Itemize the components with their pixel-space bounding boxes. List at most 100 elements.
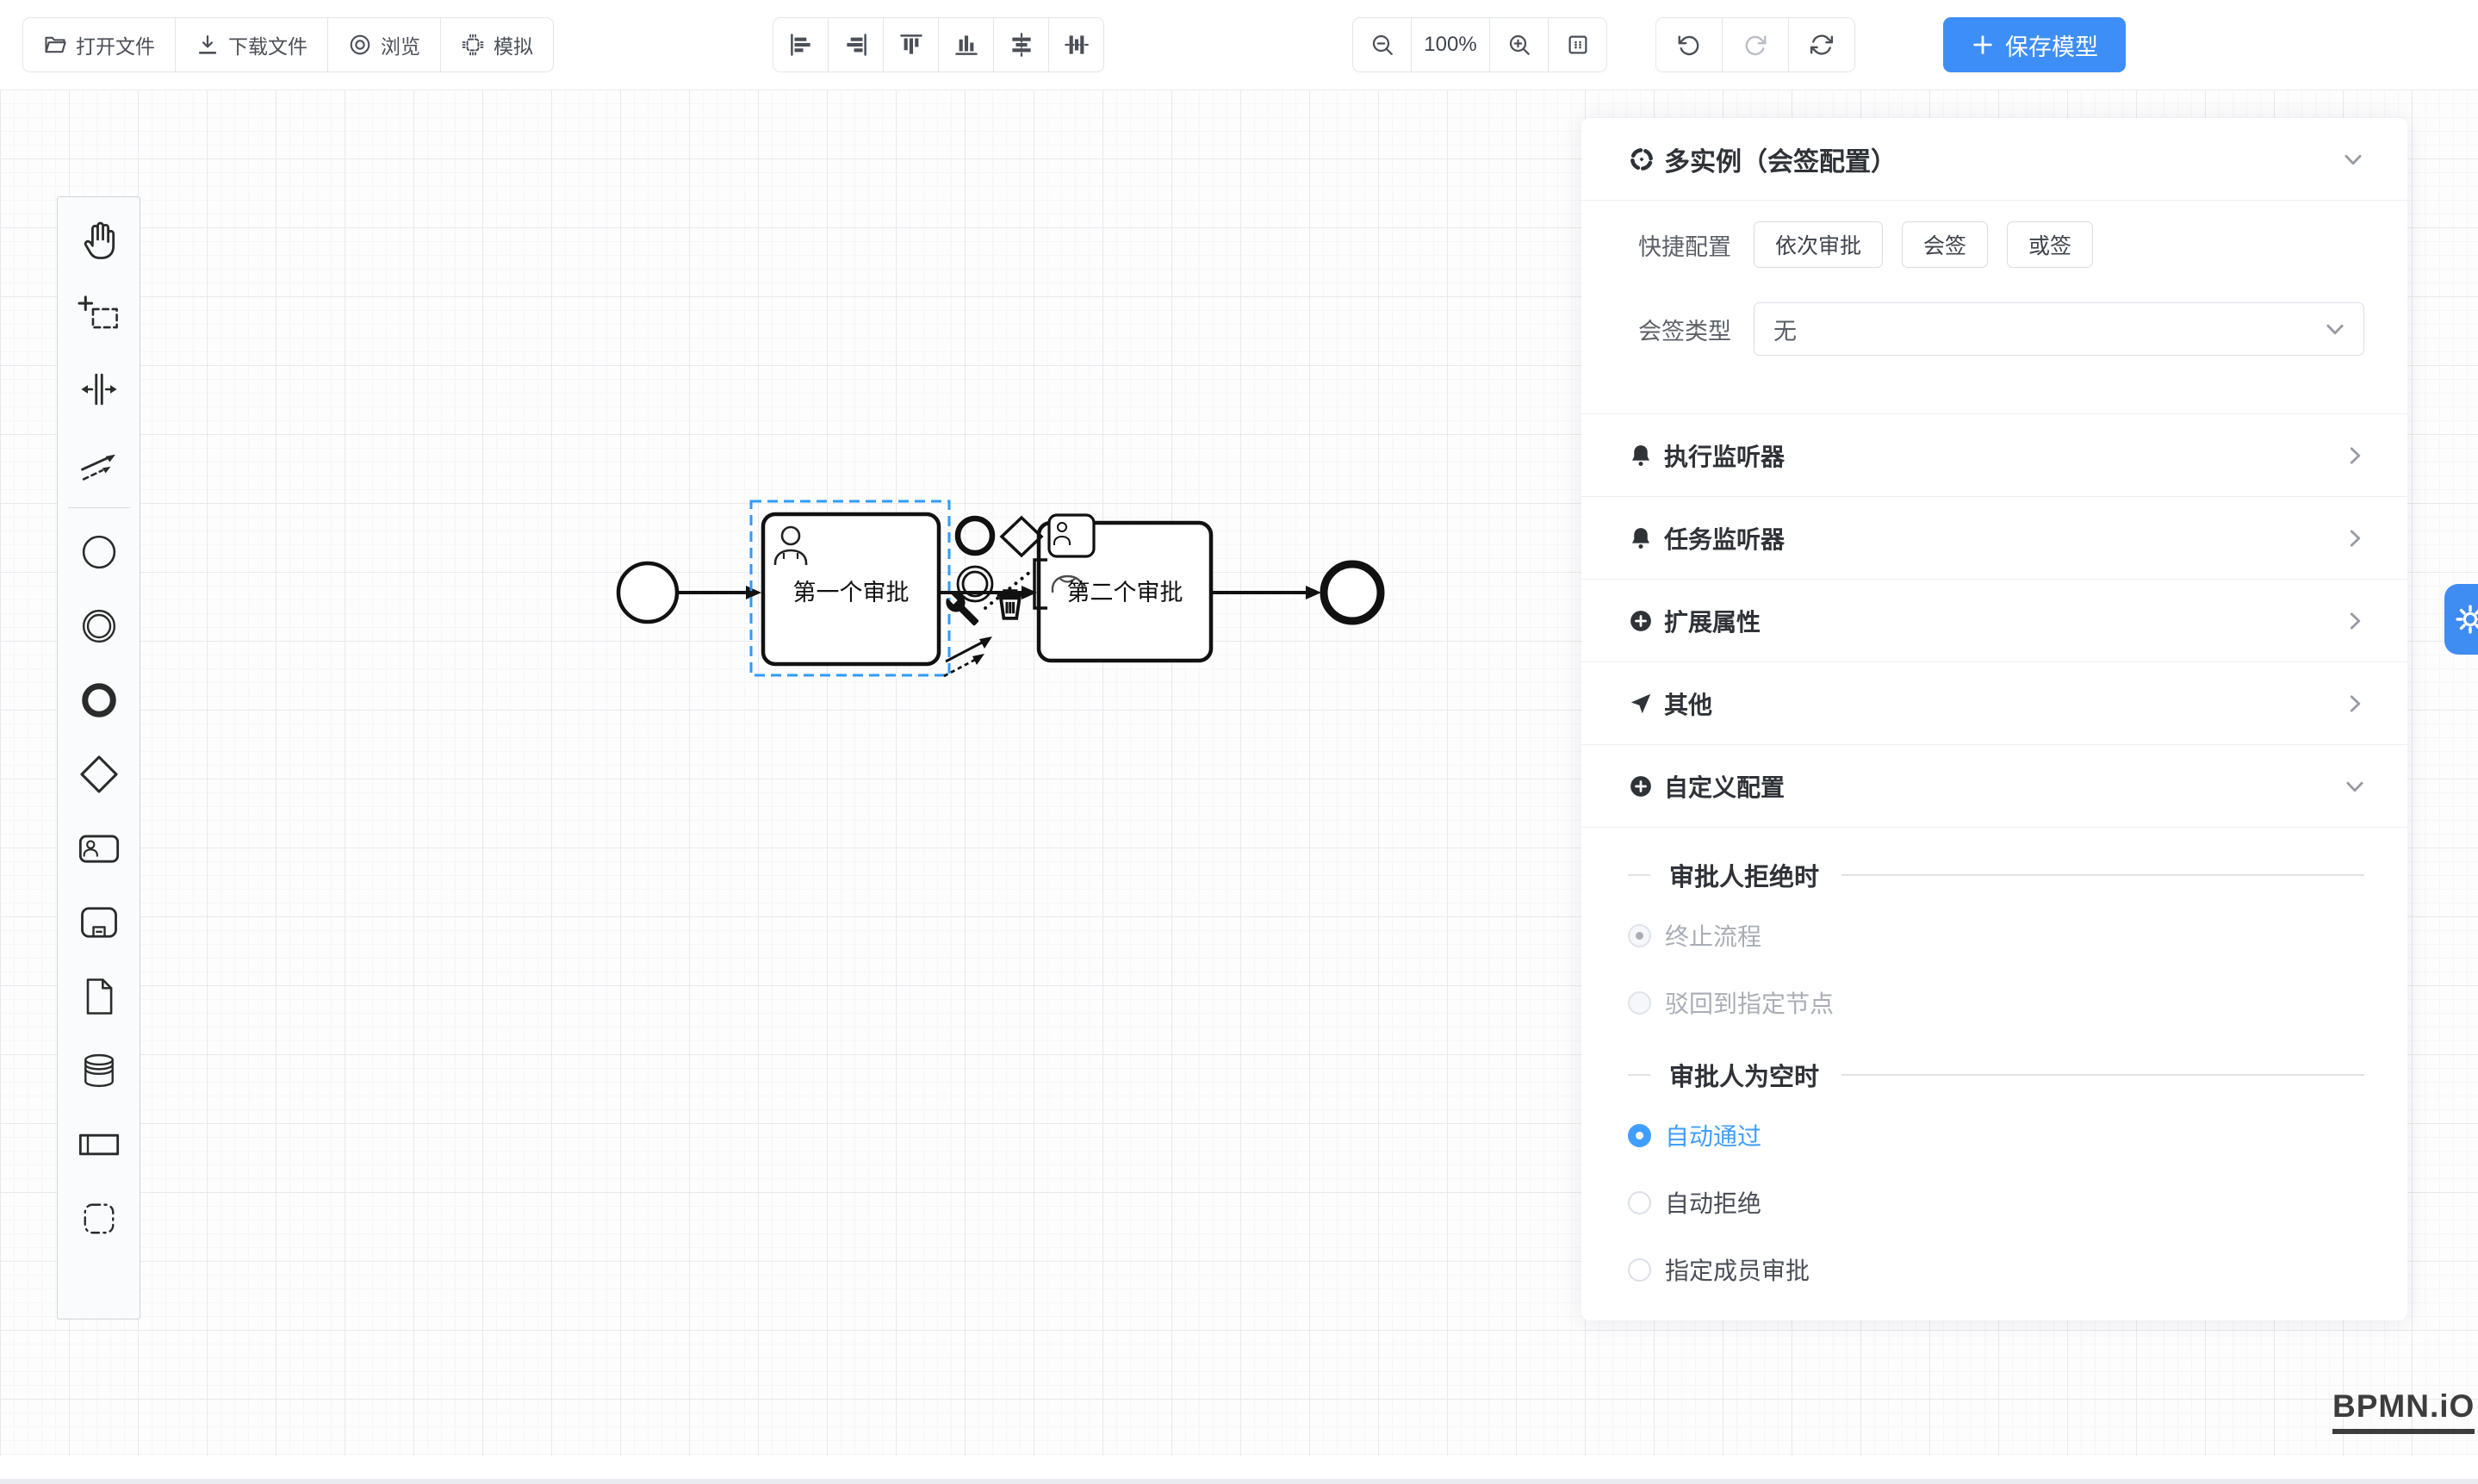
radio-button[interactable] xyxy=(1628,1191,1651,1214)
palette-separator xyxy=(68,507,130,508)
bpmn-palette xyxy=(57,196,140,1319)
toolbar-folder-open-button[interactable]: 打开文件 xyxy=(23,18,176,71)
bpmn-io-logo: BPMN.iO xyxy=(2332,1388,2475,1434)
radio-option-1-0[interactable]: 自动通过 xyxy=(1628,1102,2364,1169)
radio-button[interactable] xyxy=(1628,1258,1651,1282)
append-end-event-button[interactable] xyxy=(958,518,992,553)
gear-icon xyxy=(2454,603,2478,636)
chevron-down-icon[interactable] xyxy=(2340,146,2366,172)
radio-label: 指定成员审批 xyxy=(1665,1252,1810,1287)
palette-data-store[interactable] xyxy=(71,1034,127,1108)
refresh-button[interactable] xyxy=(1789,18,1854,71)
append-gateway-button[interactable] xyxy=(1002,518,1041,556)
align-left-icon xyxy=(788,32,814,58)
panel-header[interactable]: 多实例（会签配置） xyxy=(1581,118,2407,201)
section-title: 自定义配置 xyxy=(1664,769,2342,804)
section-title: 其他 xyxy=(1664,686,2342,721)
data-object-icon xyxy=(77,974,121,1019)
align-bottom-button[interactable] xyxy=(939,18,994,71)
align-right-button[interactable] xyxy=(829,18,884,71)
append-user-task-button[interactable] xyxy=(1049,515,1094,556)
radio-button xyxy=(1628,924,1651,947)
zoom-control-group: 100% xyxy=(1352,17,1607,72)
palette-group[interactable] xyxy=(71,1182,127,1256)
align-center-vertical-button[interactable] xyxy=(1049,18,1103,71)
palette-user-task[interactable] xyxy=(71,811,127,885)
palette-start-event[interactable] xyxy=(71,515,127,589)
connect-tool-button[interactable] xyxy=(944,636,992,676)
chevron-right-icon xyxy=(2342,691,2368,717)
panel-section-1[interactable]: 任务监听器 xyxy=(1581,496,2407,579)
align-top-icon xyxy=(898,32,924,58)
palette-lasso-tool[interactable] xyxy=(71,278,127,352)
toolbar-button-label: 打开文件 xyxy=(76,30,155,59)
quick-config-button-1[interactable]: 会签 xyxy=(1902,221,1988,268)
palette-data-object[interactable] xyxy=(71,959,127,1034)
plus-circle-icon xyxy=(1628,773,1654,799)
refresh-icon xyxy=(1809,32,1835,58)
palette-sub-process[interactable] xyxy=(71,885,127,959)
undo-button[interactable] xyxy=(1656,18,1723,71)
palette-space-tool[interactable] xyxy=(71,352,127,426)
sign-type-select[interactable]: 无 xyxy=(1754,302,2364,356)
zoom-out-icon xyxy=(1369,32,1395,58)
save-model-label: 保存模型 xyxy=(2005,28,2098,62)
align-top-button[interactable] xyxy=(884,18,939,71)
end-event-node[interactable] xyxy=(1324,564,1381,621)
radio-option-1-2[interactable]: 指定成员审批 xyxy=(1628,1236,2364,1303)
radio-option-1-1[interactable]: 自动拒绝 xyxy=(1628,1169,2364,1236)
multi-instance-config: 快捷配置 依次审批会签或签 会签类型 无 xyxy=(1581,201,2407,413)
panel-section-2[interactable]: 扩展属性 xyxy=(1581,579,2407,661)
panel-section-4[interactable]: 自定义配置 xyxy=(1581,744,2407,827)
chevron-right-icon xyxy=(2342,443,2368,469)
palette-participant[interactable] xyxy=(71,1108,127,1182)
save-model-button[interactable]: 保存模型 xyxy=(1943,17,2126,72)
quick-config-button-2[interactable]: 或签 xyxy=(2007,221,2093,268)
sequence-flow-3[interactable] xyxy=(1211,586,1321,599)
section-title: 执行监听器 xyxy=(1664,438,2342,473)
panel-section-0[interactable]: 执行监听器 xyxy=(1581,413,2407,496)
change-type-wrench-button[interactable] xyxy=(946,593,978,625)
zoom-in-button[interactable] xyxy=(1490,18,1549,71)
quick-config-button-0[interactable]: 依次审批 xyxy=(1754,221,1883,268)
palette-intermediate-event[interactable] xyxy=(71,589,127,663)
toolbar-simulate-chip-button[interactable]: 模拟 xyxy=(441,18,553,71)
group-icon xyxy=(77,1196,121,1241)
palette-gateway[interactable] xyxy=(71,737,127,811)
sub-process-icon xyxy=(77,900,121,945)
zoom-in-icon xyxy=(1506,32,1532,58)
palette-global-connect[interactable] xyxy=(71,426,127,500)
align-button-group xyxy=(773,17,1104,72)
append-intermediate-event-button[interactable] xyxy=(958,567,992,601)
gateway-icon xyxy=(77,752,121,797)
delete-trash-button[interactable] xyxy=(997,591,1023,618)
toolbar-eye-button[interactable]: 浏览 xyxy=(328,18,441,71)
section-title: 扩展属性 xyxy=(1664,604,2342,638)
toolbar: 打开文件下载文件 浏览模拟 100% 保存模型 xyxy=(0,0,2478,90)
task-node-first-approval[interactable]: 第一个审批 xyxy=(763,514,939,664)
panel-toggle-button[interactable] xyxy=(2444,584,2478,655)
send-icon xyxy=(1628,691,1654,717)
panel-section-3[interactable]: 其他 xyxy=(1581,661,2407,744)
space-tool-icon xyxy=(77,367,121,412)
sequence-flow-1[interactable] xyxy=(678,586,761,599)
toolbar-button-label: 浏览 xyxy=(381,30,420,59)
simulate-chip-icon xyxy=(461,33,485,57)
custom-config-body: 审批人拒绝时终止流程驳回到指定节点审批人为空时自动通过自动拒绝指定成员审批 xyxy=(1581,827,2407,1303)
toolbar-download-button[interactable]: 下载文件 xyxy=(176,18,328,71)
data-store-icon xyxy=(77,1048,121,1093)
palette-hand-tool[interactable] xyxy=(71,204,127,278)
radio-button[interactable] xyxy=(1628,1124,1651,1147)
fit-viewport-button[interactable] xyxy=(1549,18,1606,71)
eye-icon xyxy=(348,33,372,57)
redo-button[interactable] xyxy=(1723,18,1789,71)
plus-icon xyxy=(1971,33,1995,57)
sign-type-label: 会签类型 xyxy=(1628,313,1731,346)
group-divider: 审批人为空时 xyxy=(1628,1048,2364,1102)
start-event-node[interactable] xyxy=(618,563,677,622)
palette-end-event[interactable] xyxy=(71,663,127,737)
plus-circle-icon xyxy=(1628,608,1654,634)
zoom-out-button[interactable] xyxy=(1353,18,1412,71)
align-center-horizontal-button[interactable] xyxy=(994,18,1049,71)
align-left-button[interactable] xyxy=(773,18,829,71)
